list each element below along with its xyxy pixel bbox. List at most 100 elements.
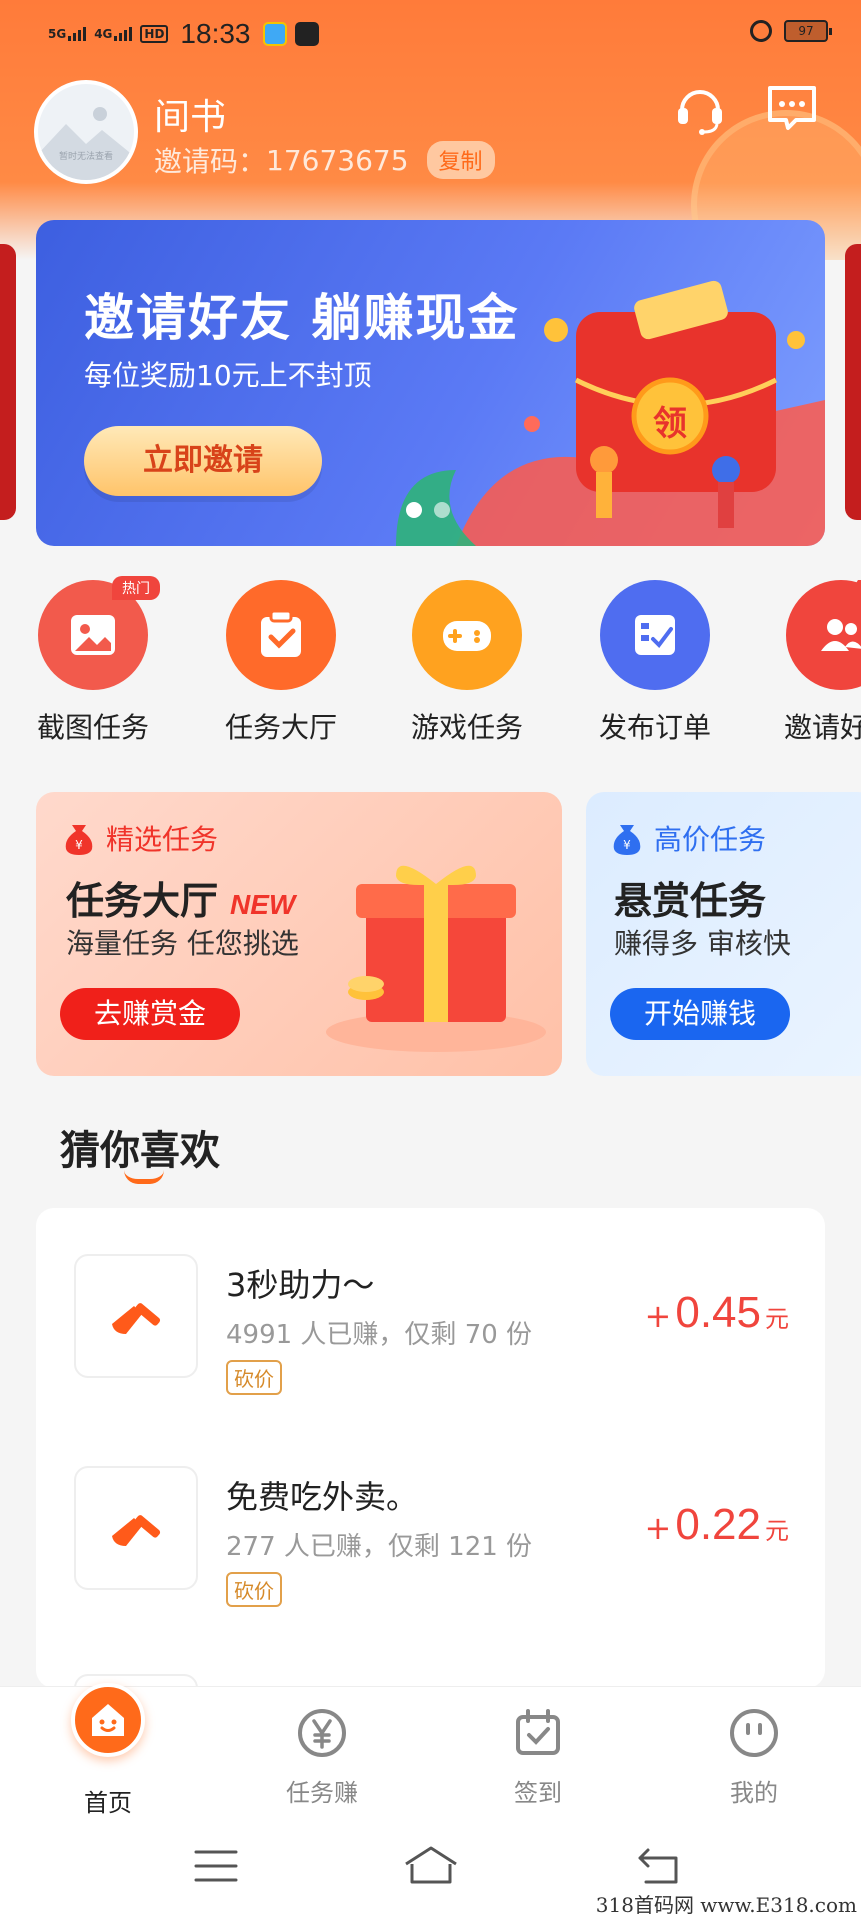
calendar-check-icon bbox=[512, 1707, 564, 1759]
tab-label: 签到 bbox=[514, 1779, 562, 1807]
item-tag: 砍价 bbox=[226, 1360, 282, 1395]
status-time: 18:33 bbox=[180, 18, 251, 49]
price-plus: + bbox=[644, 1509, 672, 1547]
banner-pagination bbox=[406, 502, 450, 518]
users-icon: 立即 bbox=[786, 580, 861, 690]
price-value: 0.22 bbox=[675, 1500, 761, 1549]
customer-service-icon[interactable] bbox=[672, 80, 728, 136]
next-banner-peek[interactable] bbox=[845, 244, 861, 520]
shortcut-label: 邀请好 bbox=[784, 711, 861, 744]
list-item[interactable]: 3秒助力～ 4991 人已赚，仅剩 70 份 砍价 + 0.45 元 bbox=[36, 1208, 825, 1408]
shortcut-label: 任务大厅 bbox=[224, 711, 337, 744]
hot-badge: 热门 bbox=[112, 576, 160, 600]
start-earning-button[interactable]: 开始赚钱 bbox=[610, 988, 791, 1040]
yen-icon bbox=[296, 1707, 348, 1759]
bargain-axe-icon bbox=[74, 1254, 198, 1378]
shortcut-label: 截图任务 bbox=[36, 711, 149, 744]
home-nav-icon[interactable] bbox=[402, 1844, 460, 1890]
item-title: 3秒助力～ bbox=[226, 1266, 375, 1304]
banner-subtitle: 每位奖励10元上不封顶 bbox=[84, 359, 372, 392]
shortcut-grid: 热门 截图任务 任务大厅 游戏任务 发布订单 立即 邀请好 bbox=[0, 576, 861, 750]
item-price: + 0.22 元 bbox=[645, 1500, 789, 1550]
new-label: NEW bbox=[230, 889, 296, 920]
card-tag: ¥ 精选任务 bbox=[62, 818, 218, 858]
tab-mine[interactable]: 我的 bbox=[684, 1687, 824, 1808]
card-tag-label: 精选任务 bbox=[106, 823, 219, 856]
copy-button[interactable]: 复制 bbox=[426, 141, 495, 179]
section-title: 猜你喜欢 bbox=[60, 1128, 220, 1174]
signal-4g-icon: 4G bbox=[94, 27, 133, 41]
bottom-tab-bar: 首页 任务赚 签到 我的 bbox=[0, 1683, 861, 1818]
tab-home[interactable]: 首页 bbox=[38, 1683, 178, 1818]
section-underline bbox=[124, 1170, 164, 1184]
back-icon[interactable] bbox=[636, 1846, 680, 1890]
item-title: 免费吃外卖。 bbox=[226, 1478, 419, 1516]
hd-icon: HD bbox=[140, 25, 169, 43]
card-subtitle: 赚得多 审核快 bbox=[614, 927, 791, 960]
hongbao-label: 领 bbox=[653, 404, 687, 444]
pagination-dot bbox=[406, 502, 422, 518]
video-app-icon bbox=[294, 22, 319, 46]
money-bag-icon: ¥ bbox=[65, 825, 93, 855]
tab-task-earn[interactable]: 任务赚 bbox=[252, 1687, 392, 1808]
image-icon: 热门 bbox=[38, 576, 160, 690]
alarm-icon bbox=[750, 20, 772, 42]
tab-checkin[interactable]: 签到 bbox=[468, 1687, 608, 1808]
price-value: 0.45 bbox=[675, 1288, 761, 1337]
form-check-icon bbox=[600, 580, 710, 690]
price-plus: + bbox=[644, 1297, 672, 1335]
invite-label: 邀请码： bbox=[154, 145, 267, 178]
face-icon bbox=[728, 1707, 780, 1759]
prev-banner-peek[interactable] bbox=[0, 244, 16, 520]
shortcut-invite-friends[interactable]: 立即 邀请好 bbox=[756, 580, 861, 746]
card-subtitle: 海量任务 任您挑选 bbox=[66, 927, 299, 960]
username: 间书 bbox=[154, 97, 227, 138]
shortcut-screenshot-task[interactable]: 热门 截图任务 bbox=[8, 576, 178, 746]
tab-label: 任务赚 bbox=[286, 1779, 358, 1807]
card-title: 任务大厅 NEW bbox=[66, 870, 295, 925]
tab-label: 首页 bbox=[84, 1789, 132, 1817]
status-bar: 5G 4G HD 18:33 97 bbox=[48, 14, 832, 54]
recommend-list: 3秒助力～ 4991 人已赚，仅剩 70 份 砍价 + 0.45 元 免费吃外卖… bbox=[36, 1208, 825, 1688]
task-hall-card[interactable]: ¥ 精选任务 任务大厅 NEW 海量任务 任您挑选 去赚赏金 bbox=[36, 792, 562, 1076]
app-notification-icon bbox=[262, 22, 287, 46]
list-item[interactable]: 免费吃外卖。 277 人已赚，仅剩 121 份 砍价 + 0.22 元 bbox=[36, 1420, 825, 1620]
system-navigation-bar: 318首码网 www.E318.com bbox=[0, 1816, 861, 1920]
avatar[interactable]: 暂时无法查看 bbox=[34, 80, 138, 184]
item-price: + 0.45 元 bbox=[645, 1288, 789, 1338]
menu-icon[interactable] bbox=[194, 1848, 238, 1888]
svg-text:¥: ¥ bbox=[75, 838, 83, 852]
shortcut-task-hall[interactable]: 任务大厅 bbox=[196, 580, 366, 746]
item-tag: 砍价 bbox=[226, 1572, 282, 1607]
invite-banner[interactable]: 领 邀请好友 躺赚现金 每位奖励10元上不封顶 立即邀请 bbox=[36, 220, 825, 546]
now-badge: 立即 bbox=[856, 580, 861, 620]
item-meta: 277 人已赚，仅剩 121 份 bbox=[226, 1532, 533, 1562]
banner-title: 邀请好友 躺赚现金 bbox=[84, 289, 520, 347]
clipboard-check-icon bbox=[226, 580, 336, 690]
card-title: 悬赏任务 bbox=[614, 879, 767, 923]
signal-5g-icon: 5G bbox=[48, 27, 87, 41]
tab-label: 我的 bbox=[730, 1779, 778, 1807]
shortcut-game-task[interactable]: 游戏任务 bbox=[382, 580, 552, 746]
watermark: 318首码网 www.E318.com bbox=[591, 1887, 861, 1920]
money-bag-icon: ¥ bbox=[613, 825, 641, 855]
gamepad-icon bbox=[412, 580, 522, 690]
avatar-caption: 暂时无法查看 bbox=[58, 152, 113, 162]
bounty-task-card[interactable]: ¥ 高价任务 悬赏任务 赚得多 审核快 开始赚钱 bbox=[586, 792, 861, 1076]
mountain-placeholder-icon bbox=[38, 107, 134, 180]
shortcut-label: 游戏任务 bbox=[410, 711, 523, 744]
home-icon bbox=[71, 1683, 145, 1757]
message-icon[interactable] bbox=[764, 80, 820, 136]
invite-now-button[interactable]: 立即邀请 bbox=[84, 426, 322, 496]
shortcut-publish-order[interactable]: 发布订单 bbox=[570, 580, 740, 746]
item-meta: 4991 人已赚，仅剩 70 份 bbox=[226, 1320, 533, 1350]
invite-code: 17673675 bbox=[266, 143, 409, 177]
earn-reward-button[interactable]: 去赚赏金 bbox=[60, 988, 241, 1040]
shortcut-label: 发布订单 bbox=[598, 711, 711, 744]
svg-text:¥: ¥ bbox=[623, 838, 631, 852]
bargain-axe-icon bbox=[74, 1466, 198, 1590]
card-title-text: 任务大厅 bbox=[66, 879, 219, 923]
price-unit: 元 bbox=[765, 1305, 789, 1333]
price-unit: 元 bbox=[765, 1517, 789, 1545]
card-tag-label: 高价任务 bbox=[654, 823, 767, 856]
